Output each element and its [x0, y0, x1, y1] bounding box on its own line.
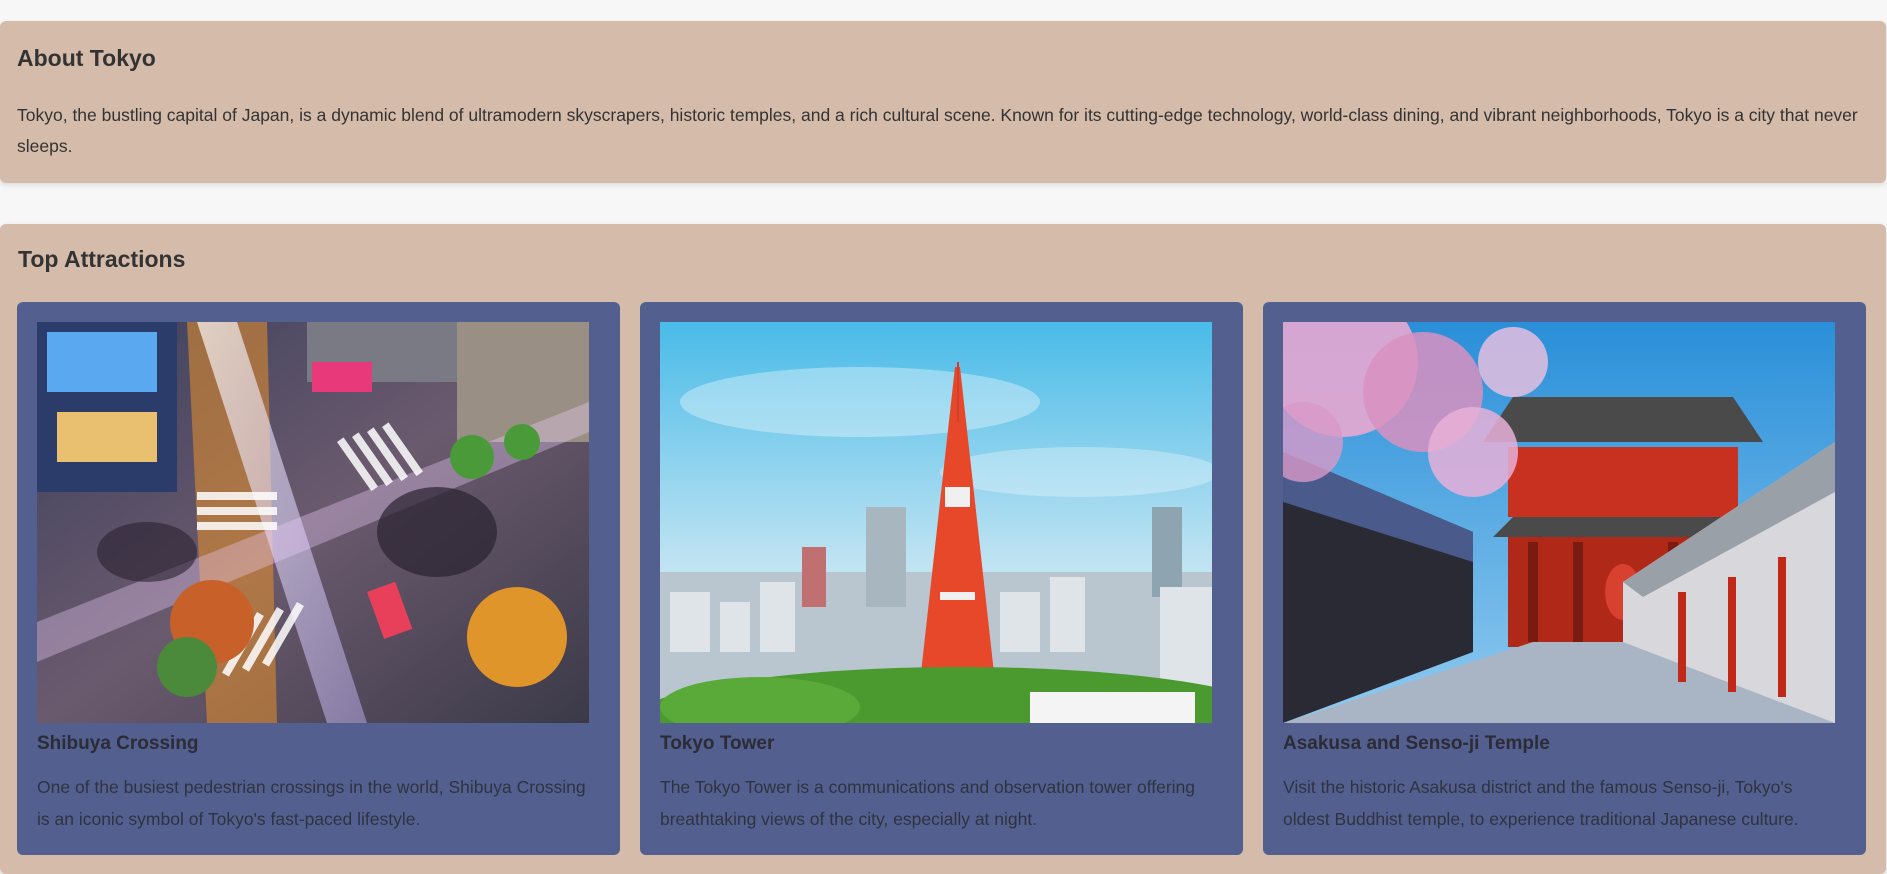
about-text: Tokyo, the bustling capital of Japan, is… — [17, 105, 1858, 156]
attraction-card-shibuya[interactable]: Shibuya Crossing One of the busiest pede… — [17, 302, 620, 855]
attraction-card-tokyo-tower[interactable]: Tokyo Tower The Tokyo Tower is a communi… — [640, 302, 1243, 855]
attractions-title: Top Attractions — [18, 246, 186, 272]
card-title: Asakusa and Senso-ji Temple — [1283, 733, 1550, 754]
card-description: The Tokyo Tower is a communications and … — [660, 777, 1196, 829]
shibuya-crossing-image — [37, 322, 589, 723]
about-section: About Tokyo Tokyo, the bustling capital … — [0, 21, 1886, 183]
card-description: One of the busiest pedestrian crossings … — [37, 777, 586, 829]
attraction-cards: Shibuya Crossing One of the busiest pede… — [17, 302, 1866, 855]
attractions-section: Top Attractions Shibuya Crossing One of … — [0, 224, 1886, 874]
card-title: Shibuya Crossing — [37, 733, 199, 754]
about-title: About Tokyo — [17, 45, 156, 71]
card-description: Visit the historic Asakusa district and … — [1283, 777, 1799, 829]
tokyo-tower-image — [660, 322, 1212, 723]
card-title: Tokyo Tower — [660, 733, 775, 754]
attraction-card-sensoji[interactable]: Asakusa and Senso-ji Temple Visit the hi… — [1263, 302, 1866, 855]
sensoji-temple-image — [1283, 322, 1835, 723]
